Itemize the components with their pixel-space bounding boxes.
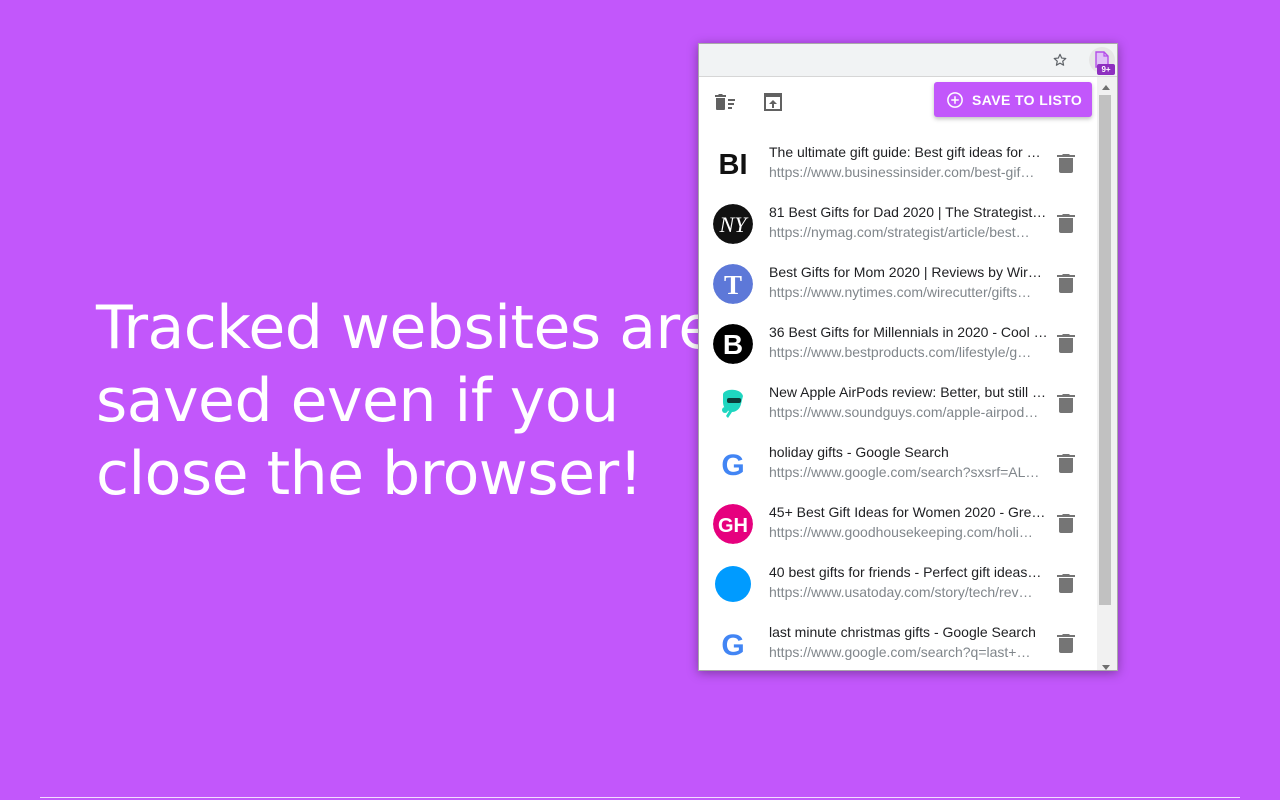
item-title[interactable]: holiday gifts - Google Search [769, 444, 1049, 460]
usatoday-logo-icon [713, 564, 753, 604]
headline-line-2: saved even if you [96, 366, 619, 436]
item-title[interactable]: The ultimate gift guide: Best gift ideas… [769, 144, 1049, 160]
saved-tabs-list: BI The ultimate gift guide: Best gift id… [699, 135, 1097, 670]
list-item[interactable]: B 36 Best Gifts for Millennials in 2020 … [699, 315, 1097, 375]
list-item[interactable]: G holiday gifts - Google Search https://… [699, 435, 1097, 495]
svg-text:T: T [724, 270, 742, 300]
svg-text:G: G [721, 629, 744, 662]
item-url: https://www.soundguys.com/apple-airpod… [769, 404, 1039, 420]
nymag-logo-icon: NY [713, 204, 753, 244]
headline: Tracked websites are saved even if you c… [96, 292, 715, 511]
delete-icon[interactable] [1056, 152, 1076, 174]
nytimes-logo-icon: T [713, 264, 753, 304]
scrollbar-thumb[interactable] [1099, 95, 1111, 605]
google-logo-icon: G [713, 624, 753, 664]
browser-window: 9+ SAVE TO LISTO BI The ultimate gift gu… [698, 43, 1118, 671]
item-url: https://www.google.com/search?sxsrf=AL… [769, 464, 1040, 480]
google-logo-icon: G [713, 444, 753, 484]
headline-line-1: Tracked websites are [96, 293, 715, 363]
clear-all-icon[interactable] [713, 90, 737, 114]
item-title[interactable]: 81 Best Gifts for Dad 2020 | The Strateg… [769, 204, 1049, 220]
delete-icon[interactable] [1056, 392, 1076, 414]
item-url: https://www.nytimes.com/wirecutter/gifts… [769, 284, 1032, 300]
list-item[interactable]: G last minute christmas gifts - Google S… [699, 615, 1097, 670]
popup-scrollbar[interactable] [1097, 77, 1117, 670]
item-url: https://www.goodhousekeeping.com/holi… [769, 524, 1033, 540]
bestproducts-logo-icon: B [713, 324, 753, 364]
delete-icon[interactable] [1056, 512, 1076, 534]
item-title[interactable]: 36 Best Gifts for Millennials in 2020 - … [769, 324, 1049, 340]
list-item[interactable]: New Apple AirPods review: Better, but st… [699, 375, 1097, 435]
svg-text:G: G [721, 449, 744, 482]
open-all-icon[interactable] [761, 90, 785, 114]
list-item[interactable]: 40 best gifts for friends - Perfect gift… [699, 555, 1097, 615]
item-title[interactable]: last minute christmas gifts - Google Sea… [769, 624, 1049, 640]
item-url: https://www.bestproducts.com/lifestyle/g… [769, 344, 1032, 360]
item-title[interactable]: 45+ Best Gift Ideas for Women 2020 - Gre… [769, 504, 1049, 520]
item-title[interactable]: Best Gifts for Mom 2020 | Reviews by Wir… [769, 264, 1049, 280]
svg-text:GH: GH [718, 515, 748, 537]
extension-badge: 9+ [1097, 64, 1115, 75]
soundguys-logo-icon [713, 384, 753, 424]
svg-text:B: B [723, 329, 743, 360]
browser-toolbar: 9+ [699, 44, 1117, 77]
item-title[interactable]: New Apple AirPods review: Better, but st… [769, 384, 1049, 400]
svg-text:NY: NY [719, 212, 750, 237]
delete-icon[interactable] [1056, 332, 1076, 354]
save-button-label: SAVE TO LISTO [972, 91, 1083, 108]
delete-icon[interactable] [1056, 212, 1076, 234]
listo-popup: SAVE TO LISTO BI The ultimate gift guide… [699, 77, 1097, 670]
item-url: https://www.google.com/search?q=last+… [769, 644, 1031, 660]
business-insider-logo-icon: BI [713, 144, 753, 184]
scroll-up-arrow-icon[interactable] [1102, 85, 1110, 90]
list-item[interactable]: GH 45+ Best Gift Ideas for Women 2020 - … [699, 495, 1097, 555]
save-to-listo-button[interactable]: SAVE TO LISTO [934, 82, 1092, 117]
list-item[interactable]: BI The ultimate gift guide: Best gift id… [699, 135, 1097, 195]
item-title[interactable]: 40 best gifts for friends - Perfect gift… [769, 564, 1049, 580]
delete-icon[interactable] [1056, 572, 1076, 594]
delete-icon[interactable] [1056, 452, 1076, 474]
scroll-down-arrow-icon[interactable] [1102, 665, 1110, 670]
delete-icon[interactable] [1056, 632, 1076, 654]
add-circle-icon [947, 91, 963, 108]
item-url: https://www.businessinsider.com/best-gif… [769, 164, 1035, 180]
item-url: https://nymag.com/strategist/article/bes… [769, 224, 1030, 240]
svg-text:BI: BI [719, 149, 748, 181]
bookmark-star-icon[interactable] [1052, 52, 1068, 68]
bottom-divider [40, 797, 1240, 798]
list-item[interactable]: T Best Gifts for Mom 2020 | Reviews by W… [699, 255, 1097, 315]
item-url: https://www.usatoday.com/story/tech/rev… [769, 584, 1033, 600]
list-item[interactable]: NY 81 Best Gifts for Dad 2020 | The Stra… [699, 195, 1097, 255]
goodhousekeeping-logo-icon: GH [713, 504, 753, 544]
delete-icon[interactable] [1056, 272, 1076, 294]
headline-line-3: close the browser! [96, 439, 643, 509]
